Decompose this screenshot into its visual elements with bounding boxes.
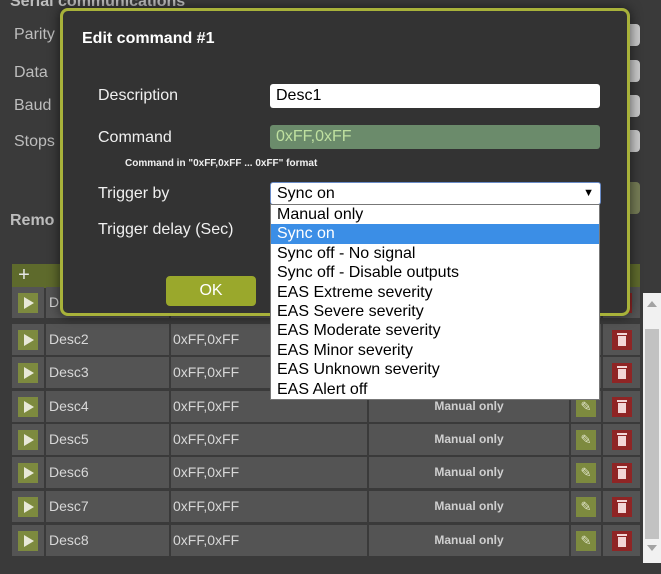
- play-icon[interactable]: [18, 429, 38, 450]
- trigger-delay-label: Trigger delay (Sec): [98, 221, 234, 238]
- row-description: Desc5: [46, 424, 169, 455]
- row-command: 0xFF,0xFF: [171, 424, 367, 455]
- dropdown-option[interactable]: Sync off - Disable outputs: [271, 263, 599, 282]
- delete-icon[interactable]: [611, 462, 632, 483]
- dropdown-option[interactable]: EAS Extreme severity: [271, 283, 599, 302]
- row-description: Desc3: [46, 357, 169, 388]
- dropdown-option[interactable]: EAS Alert off: [271, 380, 599, 399]
- stops-label: Stops: [14, 133, 55, 150]
- play-icon[interactable]: [18, 530, 38, 551]
- remote-title: Remo: [10, 212, 55, 229]
- baud-label: Baud: [14, 97, 52, 114]
- row-trigger: Manual only: [369, 525, 569, 556]
- row-description: Desc6: [46, 457, 169, 488]
- dropdown-option[interactable]: Sync off - No signal: [271, 244, 599, 263]
- edit-icon[interactable]: ✎: [576, 429, 596, 450]
- edit-icon[interactable]: ✎: [576, 530, 596, 551]
- row-trigger: Manual only: [369, 424, 569, 455]
- row-trigger: Manual only: [369, 457, 569, 488]
- table-scrollbar[interactable]: [643, 293, 661, 563]
- row-command: 0xFF,0xFF: [171, 457, 367, 488]
- scroll-up-icon[interactable]: [647, 301, 657, 307]
- scroll-down-icon[interactable]: [647, 545, 657, 551]
- row-trigger: Manual only: [369, 491, 569, 522]
- play-icon[interactable]: [18, 496, 38, 517]
- dropdown-arrow-icon: ▼: [583, 187, 594, 199]
- dropdown-option[interactable]: EAS Unknown severity: [271, 360, 599, 379]
- play-icon[interactable]: [18, 362, 38, 383]
- description-label: Description: [98, 87, 179, 104]
- delete-icon[interactable]: [611, 530, 632, 551]
- dropdown-option-selected[interactable]: Sync on: [271, 224, 599, 244]
- row-command: 0xFF,0xFF: [171, 525, 367, 556]
- play-icon[interactable]: [18, 396, 38, 417]
- trigger-label: Trigger by: [98, 185, 170, 202]
- dropdown-option[interactable]: Manual only: [271, 205, 599, 224]
- table-row: Desc8 0xFF,0xFF Manual only ✎: [12, 525, 640, 556]
- table-row: Desc7 0xFF,0xFF Manual only ✎: [12, 491, 640, 522]
- edit-icon[interactable]: ✎: [576, 462, 596, 483]
- play-icon[interactable]: [18, 462, 38, 483]
- dialog-title: Edit command #1: [82, 30, 215, 47]
- play-icon[interactable]: [18, 292, 38, 313]
- row-play-cell: [12, 287, 44, 318]
- trigger-select[interactable]: Sync on ▼: [270, 182, 601, 205]
- table-row: Desc6 0xFF,0xFF Manual only ✎: [12, 457, 640, 488]
- edit-icon[interactable]: ✎: [576, 496, 596, 517]
- row-description: Desc8: [46, 525, 169, 556]
- delete-icon[interactable]: [611, 429, 632, 450]
- parity-label: Parity: [14, 26, 55, 43]
- command-input[interactable]: [270, 125, 600, 149]
- data-label: Data: [14, 64, 48, 81]
- delete-icon[interactable]: [611, 362, 632, 383]
- row-description: Desc4: [46, 391, 169, 422]
- command-label: Command: [98, 129, 172, 146]
- table-row: Desc5 0xFF,0xFF Manual only ✎: [12, 424, 640, 455]
- trigger-dropdown-list: Manual only Sync on Sync off - No signal…: [270, 204, 600, 400]
- row-command: 0xFF,0xFF: [171, 491, 367, 522]
- description-input[interactable]: [270, 84, 600, 108]
- delete-icon[interactable]: [611, 329, 632, 350]
- dropdown-option[interactable]: EAS Minor severity: [271, 341, 599, 360]
- trigger-select-value: Sync on: [277, 185, 335, 202]
- dropdown-option[interactable]: EAS Severe severity: [271, 302, 599, 321]
- add-icon[interactable]: +: [14, 265, 34, 286]
- row-description: Desc2: [46, 324, 169, 355]
- dropdown-option[interactable]: EAS Moderate severity: [271, 321, 599, 340]
- delete-icon[interactable]: [611, 496, 632, 517]
- delete-icon[interactable]: [611, 396, 632, 417]
- play-icon[interactable]: [18, 329, 38, 350]
- ok-button[interactable]: OK: [166, 276, 256, 306]
- command-hint: Command in "0xFF,0xFF ... 0xFF" format: [125, 158, 318, 169]
- scroll-thumb[interactable]: [645, 329, 659, 539]
- row-description: Desc7: [46, 491, 169, 522]
